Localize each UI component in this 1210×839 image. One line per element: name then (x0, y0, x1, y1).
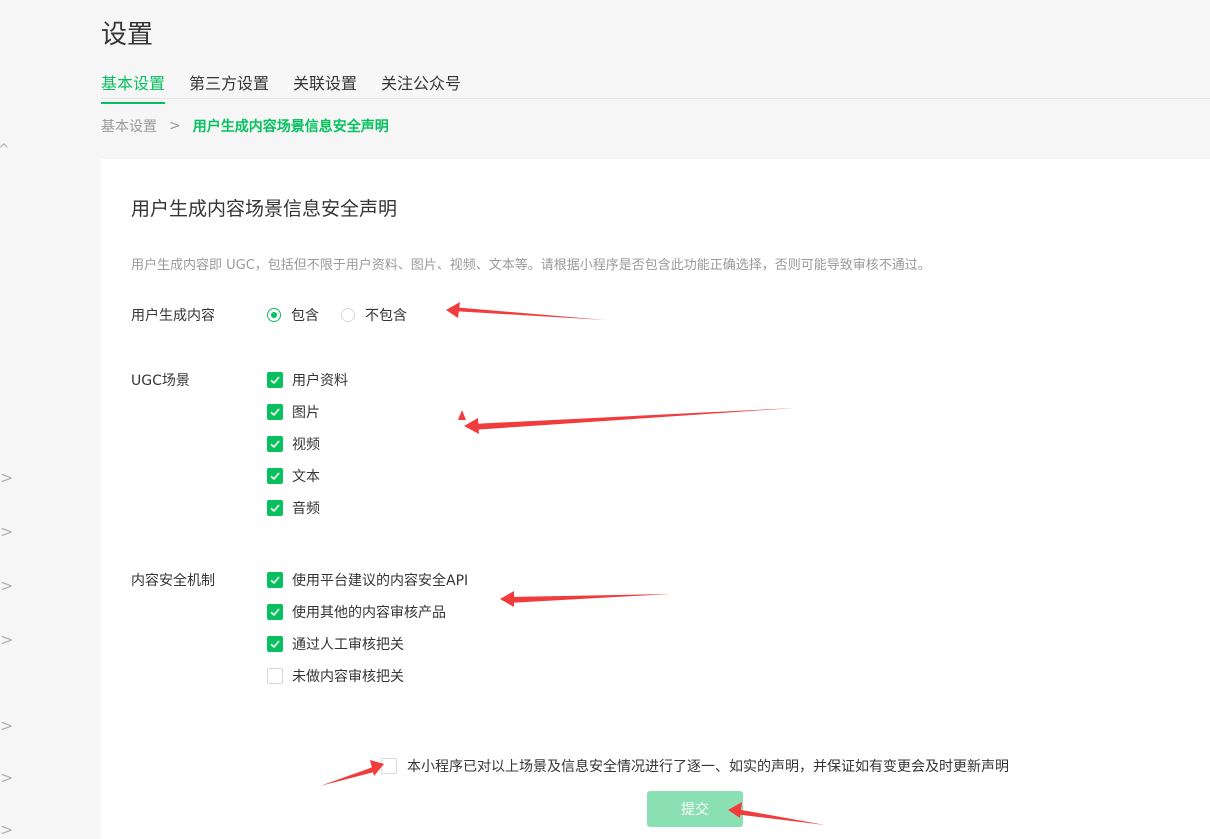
scene-user-profile[interactable]: 用户资料 (267, 364, 348, 396)
breadcrumb: 基本设置 > 用户生成内容场景信息安全声明 (101, 116, 389, 136)
chevron-up-icon[interactable]: ^ (0, 142, 10, 158)
breadcrumb-current: 用户生成内容场景信息安全声明 (192, 119, 389, 135)
security-mechanism-list: 使用平台建议的内容安全API 使用其他的内容审核产品 通过人工审核把关 未做内容… (267, 564, 468, 692)
scene-audio-label: 音频 (292, 501, 320, 517)
security-platform-api[interactable]: 使用平台建议的内容安全API (267, 564, 468, 596)
radio-include[interactable]: 包含 (267, 305, 319, 325)
security-platform-api-label: 使用平台建议的内容安全API (292, 573, 469, 589)
security-other-product[interactable]: 使用其他的内容审核产品 (267, 596, 468, 628)
checkbox-checked-icon[interactable] (267, 604, 283, 620)
radio-include-label: 包含 (291, 308, 319, 324)
chevron-right-icon[interactable]: > (0, 470, 13, 486)
security-no-review-label: 未做内容审核把关 (292, 669, 404, 685)
scene-user-profile-label: 用户资料 (292, 373, 348, 389)
checkbox-checked-icon[interactable] (267, 404, 283, 420)
panel-description: 用户生成内容即 UGC，包括但不限于用户资料、图片、视频、文本等。请根据小程序是… (131, 258, 931, 273)
chevron-right-icon[interactable]: > (0, 578, 13, 594)
breadcrumb-separator-icon: > (169, 118, 181, 134)
scene-video[interactable]: 视频 (267, 428, 348, 460)
tabs-divider (101, 98, 1210, 99)
checkbox-checked-icon[interactable] (267, 572, 283, 588)
checkbox-checked-icon[interactable] (267, 636, 283, 652)
panel-title: 用户生成内容场景信息安全声明 (131, 198, 398, 220)
page-title: 设置 (101, 20, 154, 50)
checkbox-checked-icon[interactable] (267, 468, 283, 484)
chevron-right-icon[interactable]: > (0, 718, 13, 734)
chevron-right-icon[interactable]: > (0, 632, 13, 648)
scene-images-label: 图片 (292, 405, 320, 421)
radio-exclude[interactable]: 不包含 (341, 305, 407, 325)
submit-button[interactable]: 提交 (647, 791, 743, 827)
checkbox-checked-icon[interactable] (267, 372, 283, 388)
security-manual-review-label: 通过人工审核把关 (292, 637, 404, 653)
declaration-panel: 用户生成内容场景信息安全声明 用户生成内容即 UGC，包括但不限于用户资料、图片… (101, 159, 1210, 839)
ugc-content-radio-group: 包含 不包含 (267, 305, 429, 325)
scene-images[interactable]: 图片 (267, 396, 348, 428)
security-no-review[interactable]: 未做内容审核把关 (267, 660, 468, 692)
checkbox-checked-icon[interactable] (267, 436, 283, 452)
security-manual-review[interactable]: 通过人工审核把关 (267, 628, 468, 660)
left-rail: ^ > > > > > > > (0, 0, 20, 839)
chevron-right-icon[interactable]: > (0, 822, 13, 838)
declaration-agreement[interactable]: 本小程序已对以上场景及信息安全情况进行了逐一、如实的声明，并保证如有变更会及时更… (381, 756, 1009, 776)
security-mechanism-label: 内容安全机制 (131, 573, 215, 589)
radio-exclude-label: 不包含 (365, 308, 407, 324)
breadcrumb-home[interactable]: 基本设置 (101, 116, 157, 136)
radio-exclude-indicator[interactable] (341, 308, 355, 322)
checkbox-unchecked-icon[interactable] (267, 668, 283, 684)
checkbox-checked-icon[interactable] (267, 500, 283, 516)
chevron-right-icon[interactable]: > (0, 770, 13, 786)
scene-audio[interactable]: 音频 (267, 492, 348, 524)
scene-video-label: 视频 (292, 437, 320, 453)
declaration-checkbox[interactable] (381, 758, 397, 774)
scene-text-label: 文本 (292, 469, 320, 485)
chevron-right-icon[interactable]: > (0, 524, 13, 540)
scene-text[interactable]: 文本 (267, 460, 348, 492)
ugc-scenes-label: UGC场景 (131, 373, 190, 389)
ugc-content-label: 用户生成内容 (131, 308, 215, 324)
radio-include-indicator[interactable] (267, 308, 281, 322)
security-other-product-label: 使用其他的内容审核产品 (292, 605, 446, 621)
declaration-text: 本小程序已对以上场景及信息安全情况进行了逐一、如实的声明，并保证如有变更会及时更… (407, 759, 1009, 775)
ugc-scenes-list: 用户资料 图片 视频 文本 音频 (267, 364, 348, 524)
